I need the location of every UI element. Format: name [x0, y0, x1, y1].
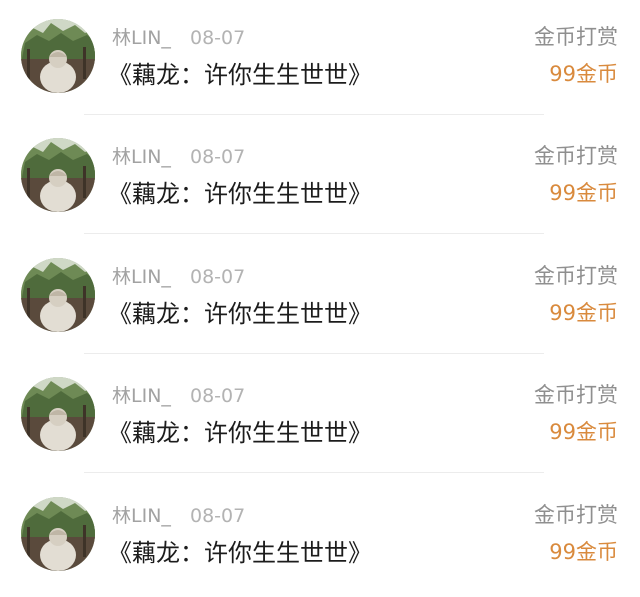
- comment-date: 08-07: [190, 505, 246, 527]
- reward-type-label: 金币打赏: [534, 25, 618, 49]
- user-avatar[interactable]: [21, 377, 95, 451]
- book-title[interactable]: 《藕龙：许你生生世世》: [108, 60, 372, 90]
- avatar-photo-icon: [21, 377, 95, 451]
- avatar-photo-icon: [21, 497, 95, 571]
- list-item[interactable]: 林LIN_ 08-07 《藕龙：许你生生世世》 金币打赏 99金币: [0, 239, 640, 358]
- list-item[interactable]: 林LIN_ 08-07 《藕龙：许你生生世世》 金币打赏 99金币: [0, 119, 640, 238]
- username[interactable]: 林LIN_: [112, 265, 171, 289]
- reward-amount: 99金币: [549, 62, 618, 86]
- username[interactable]: 林LIN_: [112, 145, 171, 169]
- book-title[interactable]: 《藕龙：许你生生世世》: [108, 418, 372, 448]
- row-divider: [84, 233, 544, 234]
- comment-date: 08-07: [190, 266, 246, 288]
- list-item[interactable]: 林LIN_ 08-07 《藕龙：许你生生世世》 金币打赏 99金币: [0, 358, 640, 477]
- user-avatar[interactable]: [21, 138, 95, 212]
- avatar-photo-icon: [21, 138, 95, 212]
- book-title[interactable]: 《藕龙：许你生生世世》: [108, 299, 372, 329]
- reward-amount: 99金币: [549, 181, 618, 205]
- reward-type-label: 金币打赏: [534, 383, 618, 407]
- list-item[interactable]: 林LIN_ 08-07 《藕龙：许你生生世世》 金币打赏 99金币: [0, 0, 640, 119]
- comment-date: 08-07: [190, 385, 246, 407]
- reward-type-label: 金币打赏: [534, 503, 618, 527]
- reward-type-label: 金币打赏: [534, 264, 618, 288]
- avatar-photo-icon: [21, 258, 95, 332]
- user-avatar[interactable]: [21, 497, 95, 571]
- book-title[interactable]: 《藕龙：许你生生世世》: [108, 179, 372, 209]
- username[interactable]: 林LIN_: [112, 384, 171, 408]
- row-divider: [84, 353, 544, 354]
- comment-date: 08-07: [190, 27, 246, 49]
- comment-date: 08-07: [190, 146, 246, 168]
- reward-type-label: 金币打赏: [534, 144, 618, 168]
- reward-list: 林LIN_ 08-07 《藕龙：许你生生世世》 金币打赏 99金币 林LIN_ …: [0, 0, 640, 597]
- reward-amount: 99金币: [549, 420, 618, 444]
- list-item[interactable]: 林LIN_ 08-07 《藕龙：许你生生世世》 金币打赏 99金币: [0, 478, 640, 597]
- book-title[interactable]: 《藕龙：许你生生世世》: [108, 538, 372, 568]
- username[interactable]: 林LIN_: [112, 504, 171, 528]
- reward-amount: 99金币: [549, 301, 618, 325]
- user-avatar[interactable]: [21, 19, 95, 93]
- row-divider: [84, 114, 544, 115]
- row-divider: [84, 472, 544, 473]
- user-avatar[interactable]: [21, 258, 95, 332]
- username[interactable]: 林LIN_: [112, 26, 171, 50]
- avatar-photo-icon: [21, 19, 95, 93]
- reward-amount: 99金币: [549, 540, 618, 564]
